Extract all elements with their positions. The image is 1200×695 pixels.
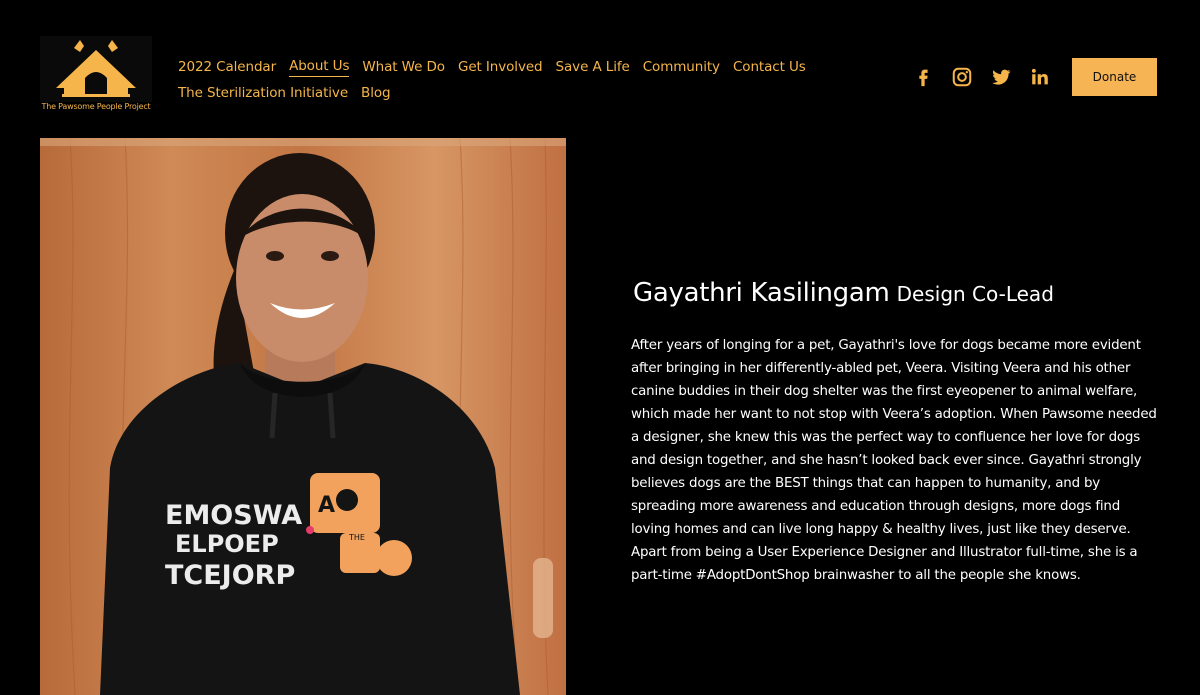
nav-link-contact-us[interactable]: Contact Us [733, 59, 806, 75]
facebook-icon[interactable] [912, 66, 934, 88]
nav-link-save-a-life[interactable]: Save A Life [556, 59, 630, 75]
shirt-print-line3: TCEJORP [165, 560, 295, 591]
profile-bio: After years of longing for a pet, Gayath… [631, 338, 1157, 583]
shirt-print-line2: ELPOEP [175, 530, 279, 558]
donate-button[interactable]: Donate [1072, 58, 1157, 96]
nav-link-get-involved[interactable]: Get Involved [458, 59, 543, 75]
nav-link-sterilization-initiative[interactable]: The Sterilization Initiative [178, 85, 348, 101]
shirt-badge-tag: THE [348, 533, 365, 542]
nav-link-community[interactable]: Community [643, 59, 720, 75]
linkedin-icon[interactable] [1029, 66, 1051, 88]
nav-row-1: 2022 Calendar About Us What We Do Get In… [178, 54, 818, 80]
shirt-badge-letter: A [318, 493, 335, 518]
nav-link-about-us[interactable]: About Us [289, 58, 349, 77]
logo[interactable]: The Pawsome People Project [40, 36, 152, 116]
nav-link-blog[interactable]: Blog [361, 85, 391, 101]
logo-text: The Pawsome People Project [41, 102, 151, 111]
nav-link-2022-calendar[interactable]: 2022 Calendar [178, 59, 276, 75]
main-nav: 2022 Calendar About Us What We Do Get In… [178, 54, 818, 106]
dog-house-logo-icon [40, 36, 152, 102]
nav-link-what-we-do[interactable]: What We Do [362, 59, 445, 75]
profile-name: Gayathri Kasilingam [633, 278, 890, 308]
profile-role: Design Co-Lead [896, 282, 1054, 306]
profile-heading: Gayathri Kasilingam Design Co-Lead [633, 278, 1054, 308]
shirt-print-line1: EMOSWA [165, 500, 302, 531]
instagram-icon[interactable] [951, 66, 973, 88]
profile-photo: EMOSWA ELPOEP TCEJORP A THE [40, 138, 566, 695]
twitter-icon[interactable] [990, 66, 1012, 88]
social-links [912, 66, 1051, 88]
nav-row-2: The Sterilization Initiative Blog [178, 80, 818, 106]
